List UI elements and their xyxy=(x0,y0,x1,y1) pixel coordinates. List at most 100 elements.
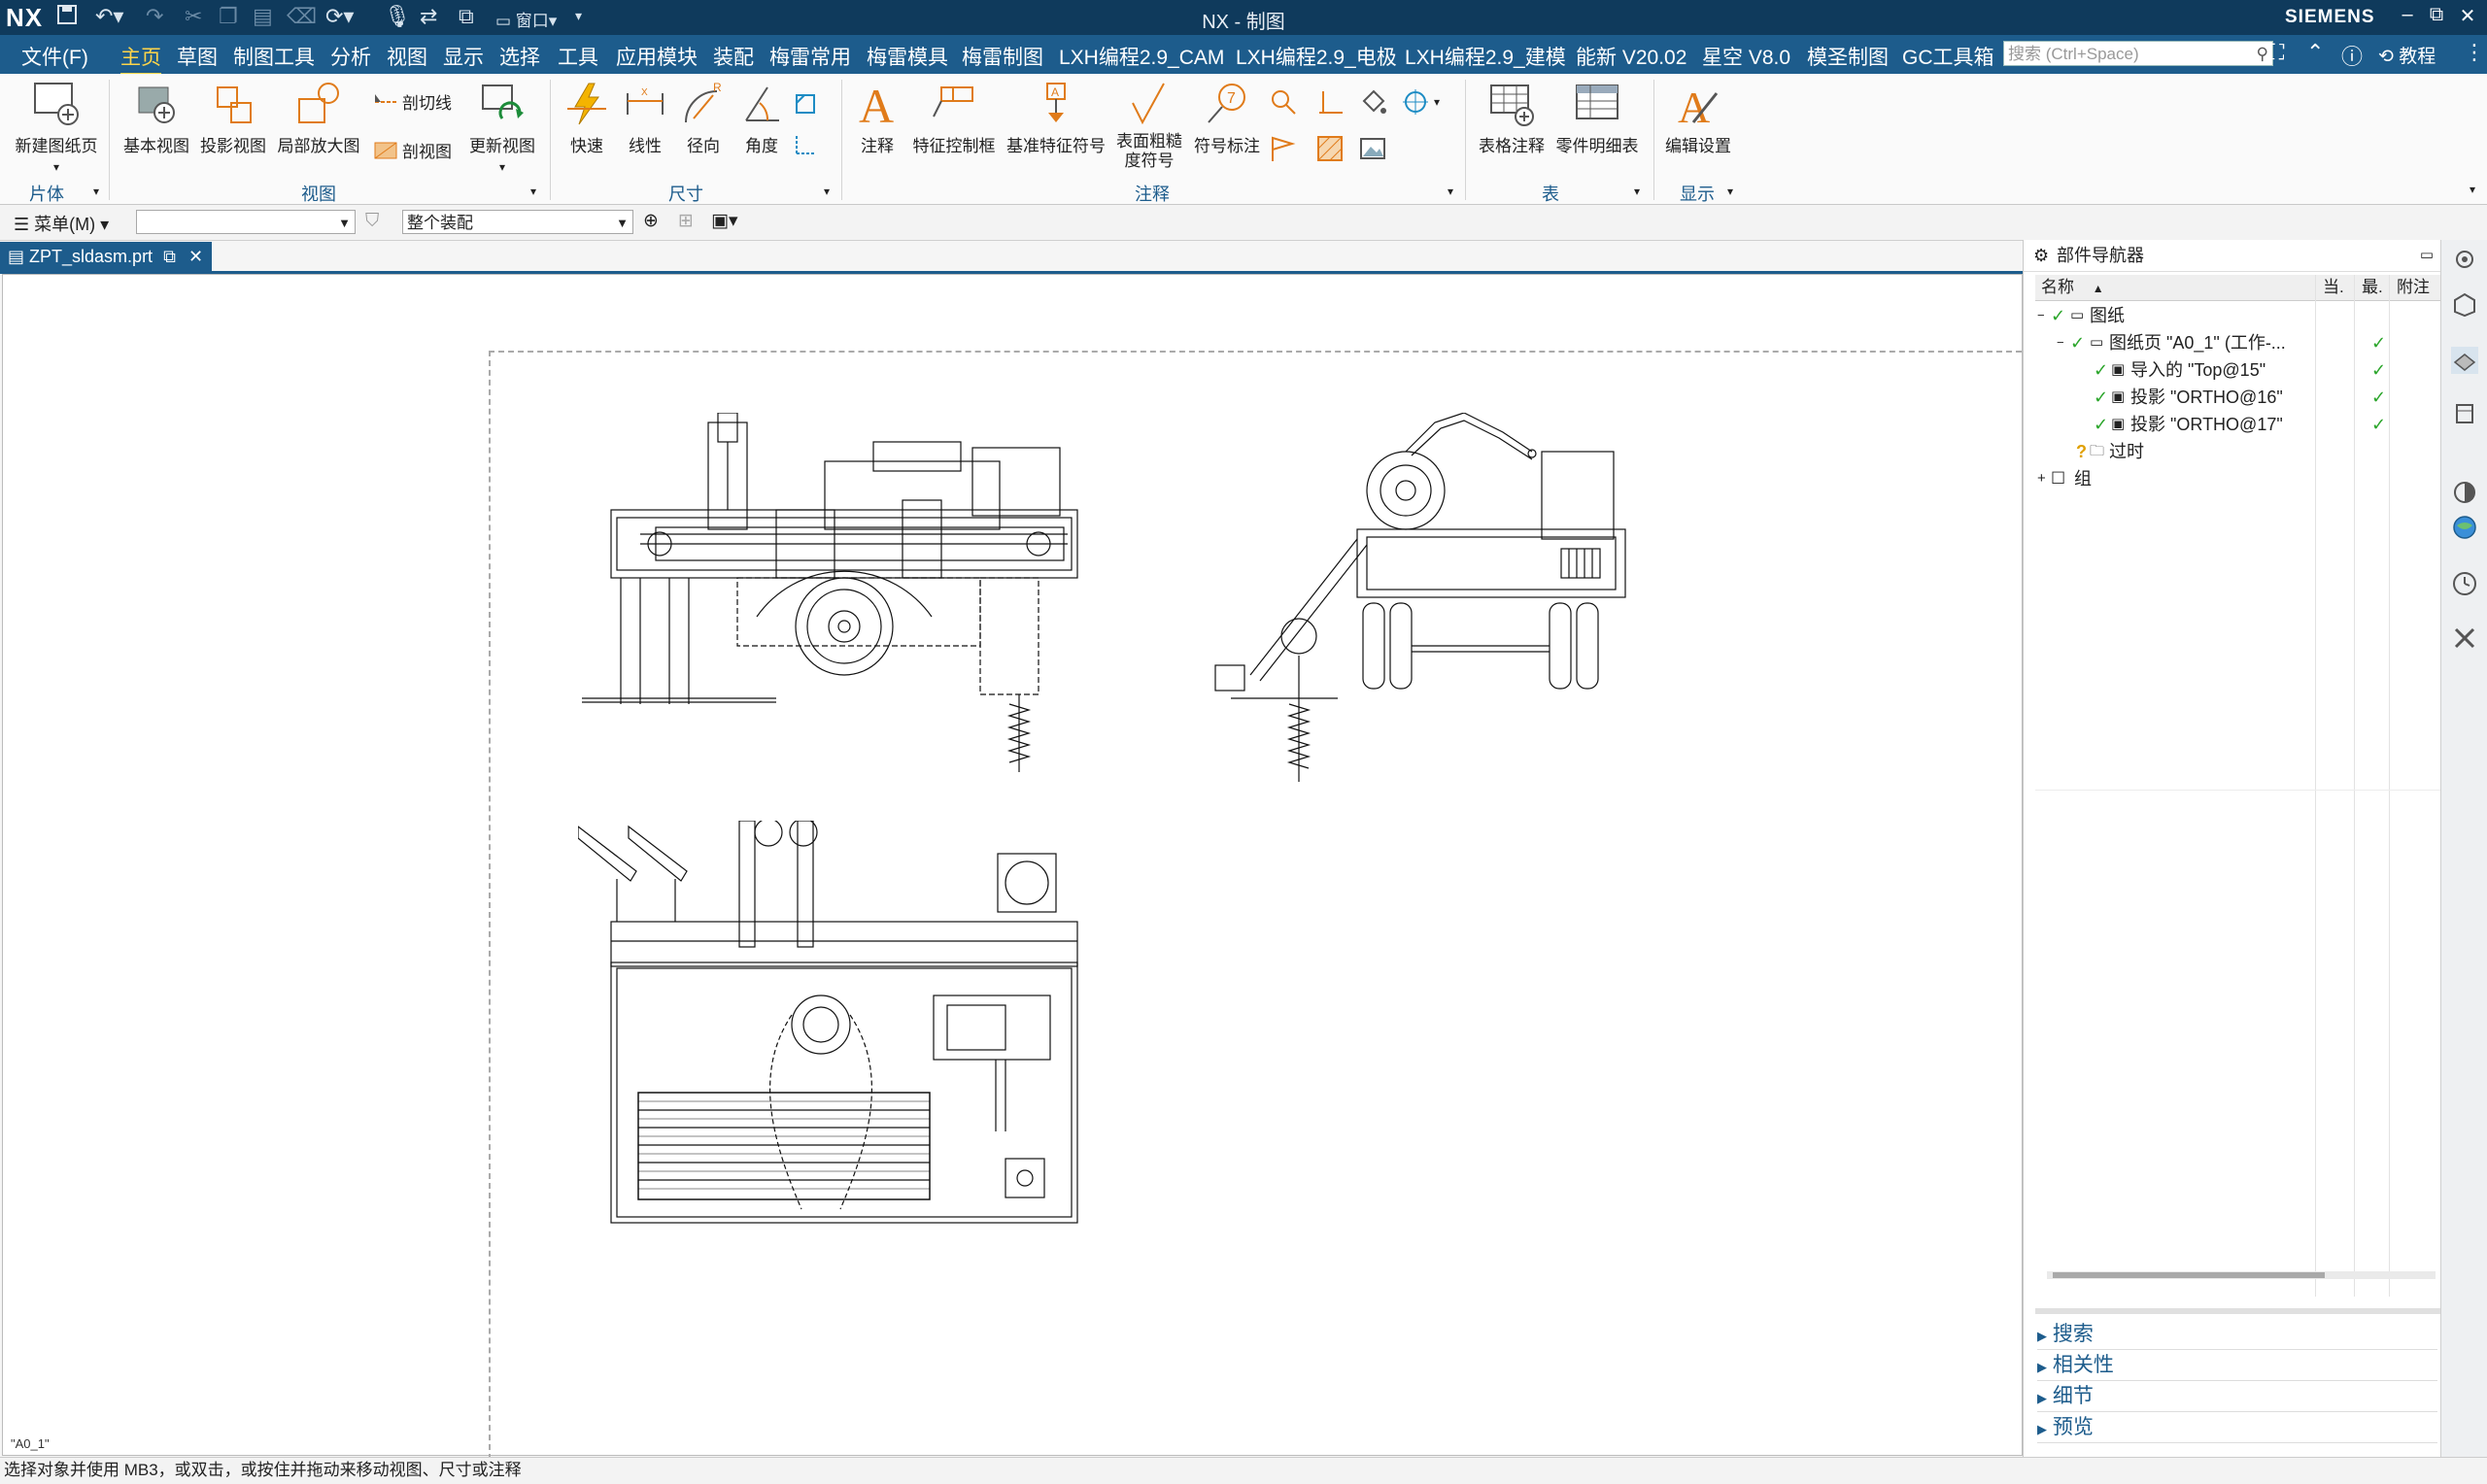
dimension-group-expand-icon[interactable]: ▾ xyxy=(824,185,830,198)
tab-select[interactable]: 选择 xyxy=(499,42,540,71)
tab-meilei-common[interactable]: 梅雷常用 xyxy=(769,42,851,71)
command-search-input[interactable]: 搜索 (Ctrl+Space) ⚲ xyxy=(2003,41,2273,66)
new-sheet-button[interactable]: 新建图纸页 ▾ xyxy=(10,80,103,176)
gear-icon[interactable] xyxy=(2451,246,2478,273)
reset-filter-icon[interactable]: ⛉ xyxy=(365,211,379,232)
microphone-icon[interactable]: 🎙 xyxy=(384,4,411,29)
parts-list-button[interactable]: 零件明细表 xyxy=(1552,80,1642,156)
web-browser-icon[interactable] xyxy=(2451,514,2478,541)
assembly-navigator-icon[interactable] xyxy=(2451,290,2478,318)
undo-icon[interactable]: ↶▾ xyxy=(95,4,123,29)
select-all-icon[interactable]: ▣▾ xyxy=(711,210,738,232)
drawing-view-ortho-17[interactable] xyxy=(578,821,1083,1229)
snap-point-icon[interactable]: ⊕ xyxy=(643,210,659,232)
tab-assembly[interactable]: 装配 xyxy=(713,42,754,71)
tools-icon[interactable] xyxy=(2451,624,2478,652)
column-name[interactable]: 名称 ▲ xyxy=(2041,275,2104,301)
target-point-button[interactable]: ▾ xyxy=(1401,87,1440,117)
close-tab-icon[interactable]: ✕ xyxy=(188,247,203,266)
close-window-button[interactable]: ✕ xyxy=(2450,4,2485,28)
file-menu[interactable]: 文件(F) xyxy=(21,42,88,71)
window-menu[interactable]: ▭ 窗口▾ xyxy=(495,7,557,31)
tab-applications[interactable]: 应用模块 xyxy=(616,42,698,71)
tree-node-group[interactable]: + ☐ 组 xyxy=(2035,465,2487,492)
collapse-icon[interactable]: − xyxy=(2037,302,2045,329)
tree-node-view-ortho17[interactable]: ✓ ▣ 投影 "ORTHO@17" ✓ xyxy=(2035,411,2487,438)
tree-node-outdated[interactable]: ? 🗀 过时 xyxy=(2035,438,2487,465)
external-link-icon[interactable]: ⧉ xyxy=(163,247,176,266)
expand-icon[interactable]: + xyxy=(2037,465,2046,492)
tree-node-drawing[interactable]: − ✓ ▭ 图纸 xyxy=(2035,302,2487,329)
accordion-dependencies[interactable]: ▶ 相关性 xyxy=(2037,1351,2437,1381)
tab-gc-toolbox[interactable]: GC工具箱 xyxy=(1902,42,1994,71)
help-icon[interactable]: ⓘ xyxy=(2341,40,2363,71)
edit-settings-button[interactable]: A 编辑设置 xyxy=(1659,80,1737,156)
tabular-note-button[interactable]: 表格注释 xyxy=(1473,80,1550,156)
rapid-dimension-button[interactable]: 快速 xyxy=(558,80,616,156)
tutorial-button[interactable]: ⟲ 教程 xyxy=(2378,42,2436,68)
center-mark-button[interactable] xyxy=(1269,87,1298,117)
tab-meilei-mold[interactable]: 梅雷模具 xyxy=(867,42,948,71)
accordion-details[interactable]: ▶ 细节 xyxy=(2037,1382,2437,1412)
hatch-button[interactable] xyxy=(1315,134,1345,163)
radial-dimension-button[interactable]: R 径向 xyxy=(674,80,732,156)
section-line-button[interactable]: 剖切线 xyxy=(373,89,452,114)
collapse-icon[interactable]: − xyxy=(2057,329,2064,356)
column-notes[interactable]: 附注 xyxy=(2397,275,2430,300)
switch-window-icon[interactable]: ⧉ xyxy=(459,4,474,29)
tab-lxh-modeling[interactable]: LXH编程2.9_建模 xyxy=(1405,42,1566,71)
tab-home[interactable]: 主页 xyxy=(120,42,161,76)
touch-mode-icon[interactable]: ⇄ xyxy=(420,4,437,29)
leader-button[interactable] xyxy=(1269,134,1298,163)
image-button[interactable] xyxy=(1358,134,1387,163)
tab-view[interactable]: 视图 xyxy=(387,42,427,71)
splitter[interactable] xyxy=(2035,1308,2443,1314)
tab-display[interactable]: 显示 xyxy=(443,42,484,71)
collapse-ribbon-icon[interactable]: ⌃ xyxy=(2306,40,2324,65)
scrollbar-thumb[interactable] xyxy=(2053,1272,2325,1278)
angular-dimension-button[interactable]: 角度 xyxy=(732,80,791,156)
sheet-group-expand-icon[interactable]: ▾ xyxy=(93,185,99,198)
fullscreen-icon[interactable]: ⛶ xyxy=(2269,40,2284,65)
tab-tools[interactable]: 工具 xyxy=(558,42,598,71)
part-navigator-tab-icon[interactable] xyxy=(2451,347,2478,374)
accordion-preview[interactable]: ▶ 预览 xyxy=(2037,1413,2437,1443)
graphics-window[interactable]: "A0_1" xyxy=(2,274,2023,1460)
repeat-command-icon[interactable]: ⟳▾ xyxy=(325,4,354,29)
section-view-button[interactable]: 剖视图 xyxy=(373,138,452,162)
horizontal-scrollbar[interactable] xyxy=(2047,1271,2436,1279)
ribbon-options-icon[interactable]: ▾ xyxy=(2470,183,2475,196)
tab-sketch[interactable]: 草图 xyxy=(177,42,218,71)
display-group-expand-icon[interactable]: ▾ xyxy=(1727,185,1733,198)
projected-view-button[interactable]: 投影视图 xyxy=(196,80,270,156)
tab-nengxin[interactable]: 能新 V20.02 xyxy=(1576,42,1686,71)
view-group-expand-icon[interactable]: ▾ xyxy=(530,185,536,198)
selection-scope-select[interactable]: 整个装配 ▼ xyxy=(402,210,633,234)
document-tab[interactable]: ▤ ZPT_sldasm.prt ⧉ ✕ xyxy=(0,242,212,271)
accordion-search[interactable]: ▶ 搜索 xyxy=(2037,1320,2437,1350)
menu-button[interactable]: ☰ 菜单(M) ▾ xyxy=(14,211,109,236)
chamfer-dimension-button[interactable] xyxy=(793,91,818,117)
maximize-panel-icon[interactable]: ▭ xyxy=(2420,240,2434,271)
restore-button[interactable]: ⧉ xyxy=(2419,4,2454,26)
customize-quick-access-icon[interactable]: ▾ xyxy=(575,8,582,24)
id-symbol-button[interactable]: 7 符号标注 xyxy=(1189,80,1265,156)
tree-node-sheet-a0[interactable]: − ✓ ▭ 图纸页 "A0_1" (工作-... ✓ xyxy=(2035,329,2487,356)
tab-analysis[interactable]: 分析 xyxy=(330,42,371,71)
column-latest[interactable]: 最. xyxy=(2362,275,2383,300)
intersection-symbol-button[interactable] xyxy=(1315,87,1345,117)
tab-drafting-tools[interactable]: 制图工具 xyxy=(233,42,315,71)
detail-view-button[interactable]: 局部放大图 xyxy=(274,80,363,156)
tab-xingkong[interactable]: 星空 V8.0 xyxy=(1702,42,1790,71)
update-view-button[interactable]: 更新视图 ▾ xyxy=(462,80,542,176)
tree-node-view-ortho16[interactable]: ✓ ▣ 投影 "ORTHO@16" ✓ xyxy=(2035,384,2487,411)
more-icon[interactable]: ⋮ xyxy=(2464,40,2485,65)
reuse-library-icon[interactable] xyxy=(2451,399,2478,426)
datum-feature-symbol-button[interactable]: A 基准特征符号 xyxy=(1003,80,1109,156)
tree-node-view-top[interactable]: ✓ ▣ 导入的 "Top@15" ✓ xyxy=(2035,356,2487,384)
roles-icon[interactable] xyxy=(2451,479,2478,506)
save-icon[interactable] xyxy=(56,4,78,31)
tab-mosheng-drafting[interactable]: 模圣制图 xyxy=(1807,42,1889,71)
drawing-view-top[interactable] xyxy=(582,413,1079,782)
tab-lxh-cam[interactable]: LXH编程2.9_CAM xyxy=(1059,42,1224,71)
